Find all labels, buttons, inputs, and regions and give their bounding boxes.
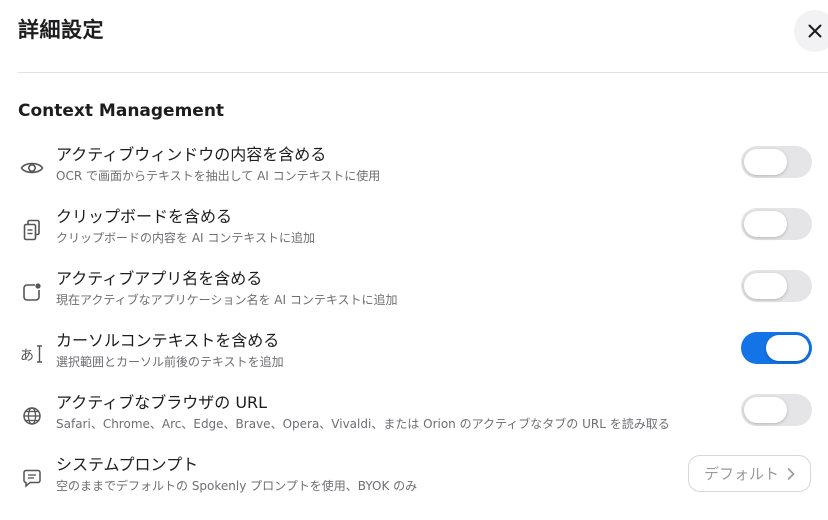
page-title: 詳細設定 [18,18,104,42]
setting-description: 現在アクティブなアプリケーション名を AI コンテキストに追加 [56,293,398,307]
system-prompt-default-button[interactable]: デフォルト [688,455,811,492]
globe-icon [19,404,45,428]
setting-row-browser-url: アクティブなブラウザの URL Safari、Chrome、Arc、Edge、B… [0,392,828,442]
setting-description: クリップボードの内容を AI コンテキストに追加 [56,231,316,245]
setting-label: アクティブアプリ名を含める [56,269,263,288]
browser-url-toggle[interactable] [741,394,812,426]
message-icon [19,466,45,490]
setting-label: アクティブなブラウザの URL [56,393,268,412]
active-app-toggle[interactable] [741,270,812,302]
setting-description: 空のままでデフォルトの Spokenly プロンプトを使用、BYOK のみ [56,479,418,493]
close-icon [808,24,822,38]
clipboard-toggle[interactable] [741,208,812,240]
svg-text:あ: あ [20,348,34,364]
toggle-knob [766,335,809,361]
clipboard-icon [19,218,45,242]
toggle-knob [744,273,787,299]
text-cursor-icon: あ [19,342,45,366]
active-window-toggle[interactable] [741,146,812,178]
setting-label: カーソルコンテキストを含める [56,331,280,350]
eye-icon [19,156,45,180]
header-divider [18,72,828,73]
close-button[interactable] [794,10,828,52]
section-title: Context Management [18,101,225,121]
setting-description: Safari、Chrome、Arc、Edge、Brave、Opera、Vival… [56,417,670,431]
setting-description: OCR で画面からテキストを抽出して AI コンテキストに使用 [56,169,381,183]
setting-row-system-prompt: システムプロンプト 空のままでデフォルトの Spokenly プロンプトを使用、… [0,454,828,504]
cursor-context-toggle[interactable] [741,332,812,364]
setting-description: 選択範囲とカーソル前後のテキストを追加 [56,355,284,369]
toggle-knob [744,397,787,423]
setting-row-cursor-context: あ カーソルコンテキストを含める 選択範囲とカーソル前後のテキストを追加 [0,330,828,380]
setting-row-clipboard: クリップボードを含める クリップボードの内容を AI コンテキストに追加 [0,206,828,256]
setting-label: アクティブウィンドウの内容を含める [56,145,327,164]
toggle-knob [744,211,787,237]
setting-row-active-window: アクティブウィンドウの内容を含める OCR で画面からテキストを抽出して AI … [0,144,828,194]
default-button-label: デフォルト [703,465,779,483]
setting-label: システムプロンプト [56,455,199,474]
toggle-knob [744,149,787,175]
setting-label: クリップボードを含める [56,207,233,226]
chevron-right-icon [787,467,795,480]
setting-row-active-app: アクティブアプリ名を含める 現在アクティブなアプリケーション名を AI コンテキ… [0,268,828,318]
advanced-settings-panel: 詳細設定 Context Management アクティブウィンドウの内容を含め… [0,0,828,520]
app-window-icon [19,280,45,304]
